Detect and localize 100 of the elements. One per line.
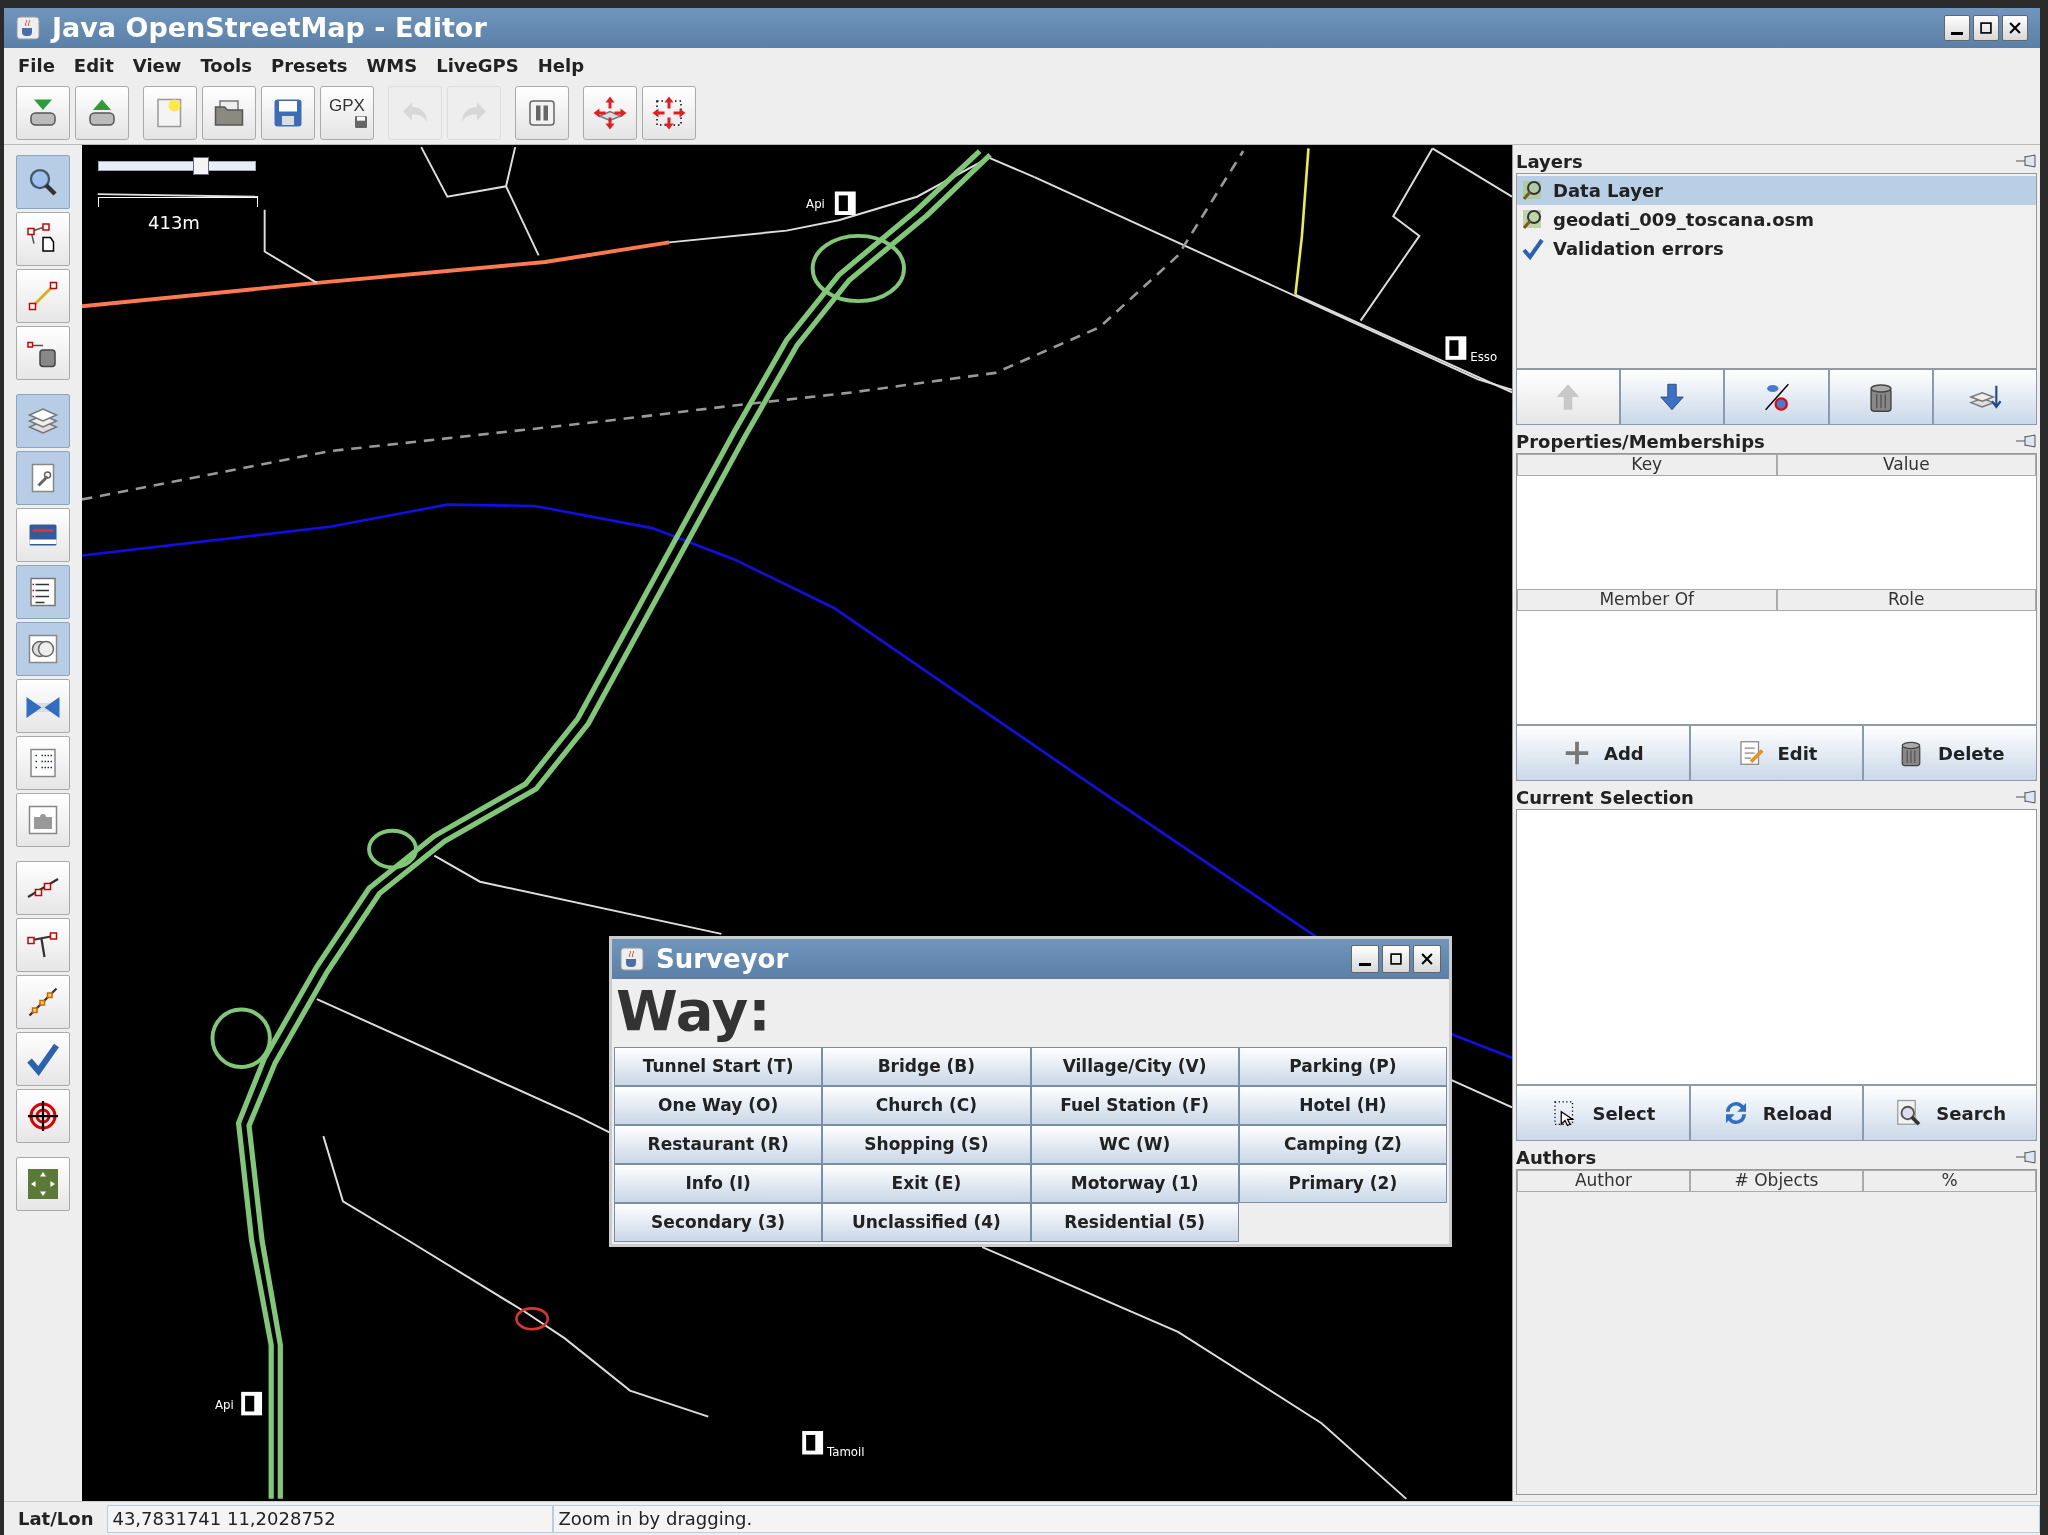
minimize-button[interactable]: [1944, 15, 1970, 41]
maximize-icon: [1387, 950, 1405, 968]
toolbar-button[interactable]: [75, 86, 129, 140]
column-header[interactable]: Role: [1776, 589, 2036, 611]
roundabout-loop: [367, 828, 418, 870]
close-button[interactable]: [1413, 945, 1441, 973]
toolbar-button[interactable]: GPX: [320, 86, 374, 140]
preset-button[interactable]: Camping (Z): [1238, 1125, 1447, 1164]
preset-button[interactable]: Hotel (H): [1238, 1086, 1447, 1125]
menu-item[interactable]: Help: [537, 51, 585, 79]
column-header[interactable]: Key: [1517, 454, 1777, 476]
tool-button[interactable]: [16, 508, 70, 562]
menu-item[interactable]: Edit: [73, 51, 114, 79]
tool-button[interactable]: [16, 326, 70, 380]
check-mark-icon: [1521, 236, 1545, 261]
coffee-cup-icon: [620, 947, 644, 971]
panel-button[interactable]: Edit: [1689, 725, 1864, 781]
tool-button[interactable]: [16, 918, 70, 972]
column-header[interactable]: Member Of: [1517, 589, 1777, 611]
minimize-icon: [1359, 962, 1371, 966]
panel-button[interactable]: Search: [1863, 1085, 2037, 1141]
panel-title: Authors: [1516, 1145, 1597, 1170]
layer-button[interactable]: [1932, 369, 2037, 425]
tool-button[interactable]: [16, 212, 70, 266]
menu-item[interactable]: LiveGPS: [436, 51, 519, 79]
menu-item[interactable]: WMS: [366, 51, 418, 79]
preset-button[interactable]: Bridge (B): [822, 1047, 1031, 1086]
preset-button[interactable]: Motorway (1): [1030, 1164, 1239, 1203]
fuel-pump-icon: [834, 191, 856, 215]
column-header[interactable]: %: [1863, 1170, 2036, 1192]
close-button[interactable]: [2002, 15, 2028, 41]
panel-button[interactable]: Add: [1516, 725, 1690, 781]
pin-icon[interactable]: [2015, 153, 2037, 169]
preset-button[interactable]: Info (I): [614, 1164, 823, 1203]
preset-button[interactable]: Residential (5): [1030, 1203, 1239, 1242]
layer-button[interactable]: [1724, 369, 1829, 425]
column-header[interactable]: Author: [1517, 1170, 1690, 1192]
menu-item[interactable]: File: [18, 51, 55, 79]
slider-thumb[interactable]: [192, 157, 209, 175]
toolbar-button[interactable]: [642, 86, 696, 140]
preset-button[interactable]: Unclassified (4): [822, 1203, 1031, 1242]
menu-item[interactable]: Tools: [200, 51, 252, 79]
menu-item[interactable]: Presets: [270, 51, 348, 79]
toolbar-button[interactable]: [16, 86, 70, 140]
check-mark-icon: [25, 1041, 61, 1077]
panel-title: Current Selection: [1516, 785, 1694, 810]
map-label: Api: [806, 197, 825, 212]
pin-icon[interactable]: [2015, 1149, 2037, 1165]
preset-button[interactable]: Shopping (S): [822, 1125, 1031, 1164]
menu-item[interactable]: View: [132, 51, 182, 79]
status-label: Lat/Lon: [17, 1507, 95, 1531]
status-message: Zoom in by dragging.: [553, 1504, 2040, 1533]
maximize-button[interactable]: [1382, 945, 1410, 973]
layers-four-arrows-icon: [592, 95, 628, 131]
toolbar-button[interactable]: [261, 86, 315, 140]
preset-button[interactable]: One Way (O): [614, 1086, 823, 1125]
preset-button[interactable]: Exit (E): [822, 1164, 1031, 1203]
panel-button[interactable]: Delete: [1863, 725, 2037, 781]
preset-button[interactable]: Secondary (3): [614, 1203, 823, 1242]
fuel-pump-icon: [1445, 336, 1467, 360]
layer-item[interactable]: Data Layer: [1517, 176, 2036, 205]
fuel-pump-icon: [241, 1391, 263, 1416]
pin-icon[interactable]: [2015, 433, 2037, 449]
panel-button[interactable]: Reload: [1689, 1085, 1864, 1141]
coordinates-field: 43,7831741 11,2028752: [107, 1504, 554, 1533]
layer-item[interactable]: Validation errors: [1517, 234, 2036, 263]
crosshair-icon: [25, 1098, 61, 1134]
map-label: Api: [215, 1397, 234, 1412]
column-header[interactable]: Value: [1776, 454, 2036, 476]
map-tile-arrows-icon: [25, 1166, 61, 1202]
column-header[interactable]: # Objects: [1690, 1170, 1863, 1192]
tool-button[interactable]: [16, 1089, 70, 1143]
preset-button[interactable]: Restaurant (R): [614, 1125, 823, 1164]
preset-button[interactable]: Tunnel Start (T): [614, 1047, 823, 1086]
preset-button[interactable]: WC (W): [1030, 1125, 1239, 1164]
preset-button[interactable]: Village/City (V): [1030, 1047, 1239, 1086]
coffee-cup-icon: [16, 16, 40, 40]
maximize-button[interactable]: [1973, 15, 1999, 41]
dialog-heading: Way:: [615, 979, 772, 1045]
toolbar-button[interactable]: [143, 86, 197, 140]
panel-title: Layers: [1516, 149, 1583, 174]
pin-icon[interactable]: [2015, 789, 2037, 805]
layer-item[interactable]: geodati_009_toscana.osm: [1517, 205, 2036, 234]
preset-button[interactable]: Fuel Station (F): [1030, 1086, 1239, 1125]
preset-button[interactable]: Parking (P): [1238, 1047, 1447, 1086]
map-label: Tamoil: [827, 1444, 865, 1459]
layer-button[interactable]: [1828, 369, 1933, 425]
toolbar-button[interactable]: [583, 86, 637, 140]
panel-title: Properties/Memberships: [1516, 429, 1765, 454]
roundabout-loop: [515, 1307, 550, 1331]
tool-button[interactable]: [16, 1032, 70, 1086]
panel-button[interactable]: Select: [1516, 1085, 1690, 1141]
map-canvas[interactable]: [82, 145, 1512, 1501]
preset-button[interactable]: Primary (2): [1238, 1164, 1447, 1203]
preset-button[interactable]: Church (C): [822, 1086, 1031, 1125]
toolbar-button[interactable]: [202, 86, 256, 140]
toolbar-button[interactable]: [515, 86, 569, 140]
maximize-icon: [1977, 19, 1995, 37]
layer-button[interactable]: [1620, 369, 1725, 425]
minimize-button[interactable]: [1351, 945, 1379, 973]
